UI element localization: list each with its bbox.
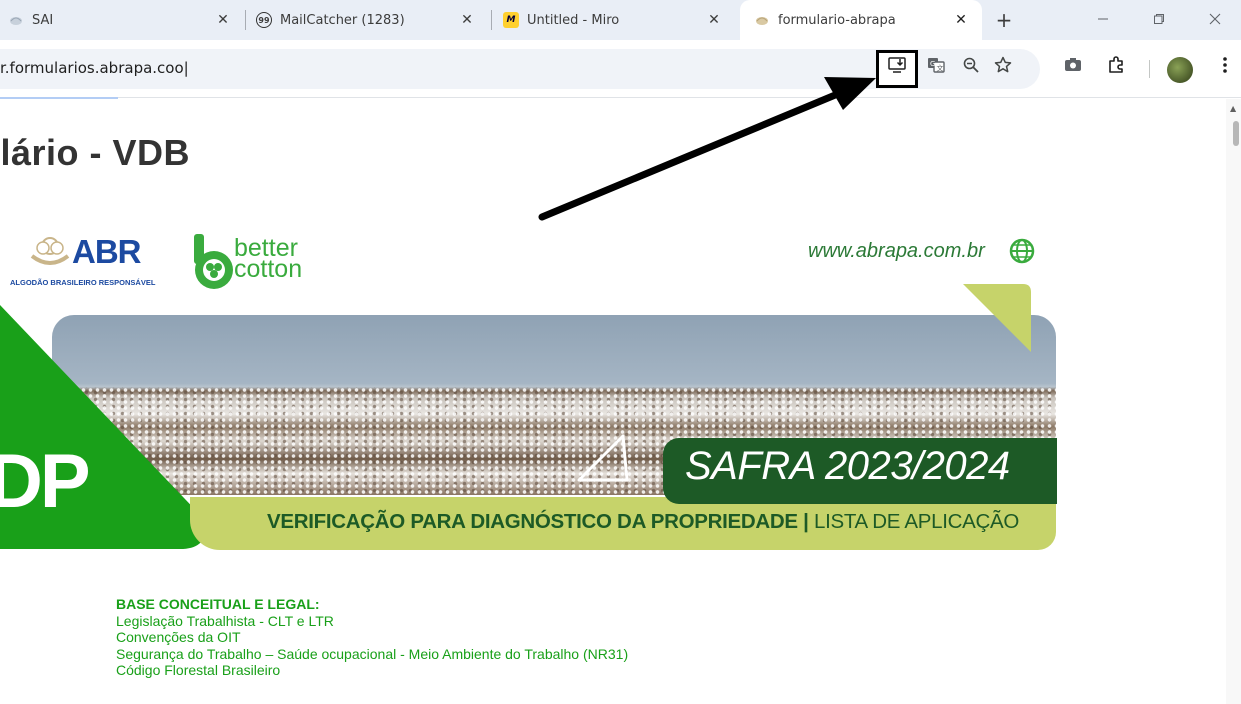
svg-text:文: 文 — [937, 64, 944, 73]
bookmark-star-icon[interactable] — [987, 49, 1019, 81]
vdp-subtitle-light: LISTA DE APLICAÇÃO — [808, 510, 1019, 533]
vdp-side-letters: DP — [0, 439, 91, 524]
page-title: ılário - VDB — [0, 132, 191, 173]
better-cotton-line2: cotton — [234, 255, 303, 283]
minimize-icon[interactable] — [1080, 4, 1126, 34]
miro-favicon-icon: M — [503, 12, 519, 28]
tab-separator — [491, 10, 492, 30]
tab-close-icon[interactable]: ✕ — [705, 11, 723, 29]
scroll-up-arrow-icon[interactable]: ▲ — [1230, 104, 1236, 113]
extensions-icon[interactable] — [1100, 49, 1132, 81]
better-cotton-logo: better cotton — [193, 232, 333, 290]
tab-miro[interactable]: M Untitled - Miro ✕ — [503, 0, 735, 40]
abrapa-favicon-icon — [754, 12, 770, 28]
new-tab-button[interactable]: + — [993, 8, 1015, 32]
base-item: Segurança do Trabalho – Saúde ocupaciona… — [116, 645, 629, 662]
better-cotton-mark-icon — [194, 234, 233, 289]
sai-favicon-icon — [8, 12, 24, 28]
mailcatcher-favicon-icon: 99 — [256, 12, 272, 28]
install-app-icon[interactable] — [881, 49, 913, 81]
scrollbar[interactable] — [1226, 99, 1241, 704]
base-conceitual-section: BASE CONCEITUAL E LEGAL: Legislação Trab… — [116, 596, 628, 679]
tab-title: Untitled - Miro — [527, 12, 620, 28]
safra-text: SAFRA 2023/2024 — [685, 444, 1010, 488]
restore-icon[interactable] — [1136, 4, 1182, 34]
tab-formulario-abrapa[interactable]: formulario-abrapa ✕ — [740, 0, 982, 40]
vdp-subtitle-bold: VERIFICAÇÃO PARA DIAGNÓSTICO DA PROPRIED… — [267, 510, 809, 533]
url-text[interactable]: r.formularios.abrapa.coo| — [0, 59, 189, 77]
scrollbar-thumb[interactable] — [1233, 121, 1239, 146]
tab-mailcatcher[interactable]: 99 MailCatcher (1283) ✕ — [256, 0, 488, 40]
tab-close-icon[interactable]: ✕ — [458, 11, 476, 29]
tab-close-icon[interactable]: ✕ — [952, 11, 970, 29]
base-heading: BASE CONCEITUAL E LEGAL: — [116, 596, 320, 612]
website-link[interactable]: www.abrapa.com.br — [808, 240, 985, 263]
screenshot-icon[interactable] — [1057, 49, 1089, 81]
abr-logo: ABR ALGODÃO BRASILEIRO RESPONSÁVEL — [8, 232, 180, 288]
base-item: Convenções da OIT — [116, 629, 241, 645]
cotton-flower-icon — [30, 232, 70, 277]
tab-sai[interactable]: SAI ✕ — [8, 0, 244, 40]
loading-indicator — [0, 97, 118, 99]
more-menu-icon[interactable] — [1209, 49, 1241, 81]
zoom-out-icon[interactable] — [955, 49, 987, 81]
abr-logo-subtitle: ALGODÃO BRASILEIRO RESPONSÁVEL — [10, 278, 156, 287]
svg-text:G: G — [930, 60, 935, 68]
tab-title: SAI — [32, 12, 54, 28]
yellow-corner-shape — [963, 284, 1031, 352]
better-cotton-text: better cotton — [234, 236, 303, 283]
tab-title: MailCatcher (1283) — [280, 12, 405, 28]
browser-toolbar: r.formularios.abrapa.coo| G文 — [0, 40, 1241, 98]
vdp-subtitle: VERIFICAÇÃO PARA DIAGNÓSTICO DA PROPRIED… — [267, 510, 1019, 534]
translate-icon[interactable]: G文 — [920, 49, 952, 81]
tab-separator — [245, 10, 246, 30]
toolbar-divider — [1149, 60, 1150, 78]
leaf-outline-icon — [577, 434, 629, 482]
base-item: Código Florestal Brasileiro — [116, 662, 281, 678]
profile-avatar[interactable] — [1167, 57, 1193, 83]
globe-icon — [1009, 238, 1035, 264]
tab-close-icon[interactable]: ✕ — [214, 11, 232, 29]
base-item: Legislação Trabalhista - CLT e LTR — [116, 612, 334, 629]
abr-logo-text: ABR — [72, 233, 141, 270]
tab-strip: SAI ✕ 99 MailCatcher (1283) ✕ M Untitled… — [0, 0, 1241, 40]
window-close-icon[interactable] — [1192, 4, 1238, 34]
tab-title: formulario-abrapa — [778, 12, 896, 28]
